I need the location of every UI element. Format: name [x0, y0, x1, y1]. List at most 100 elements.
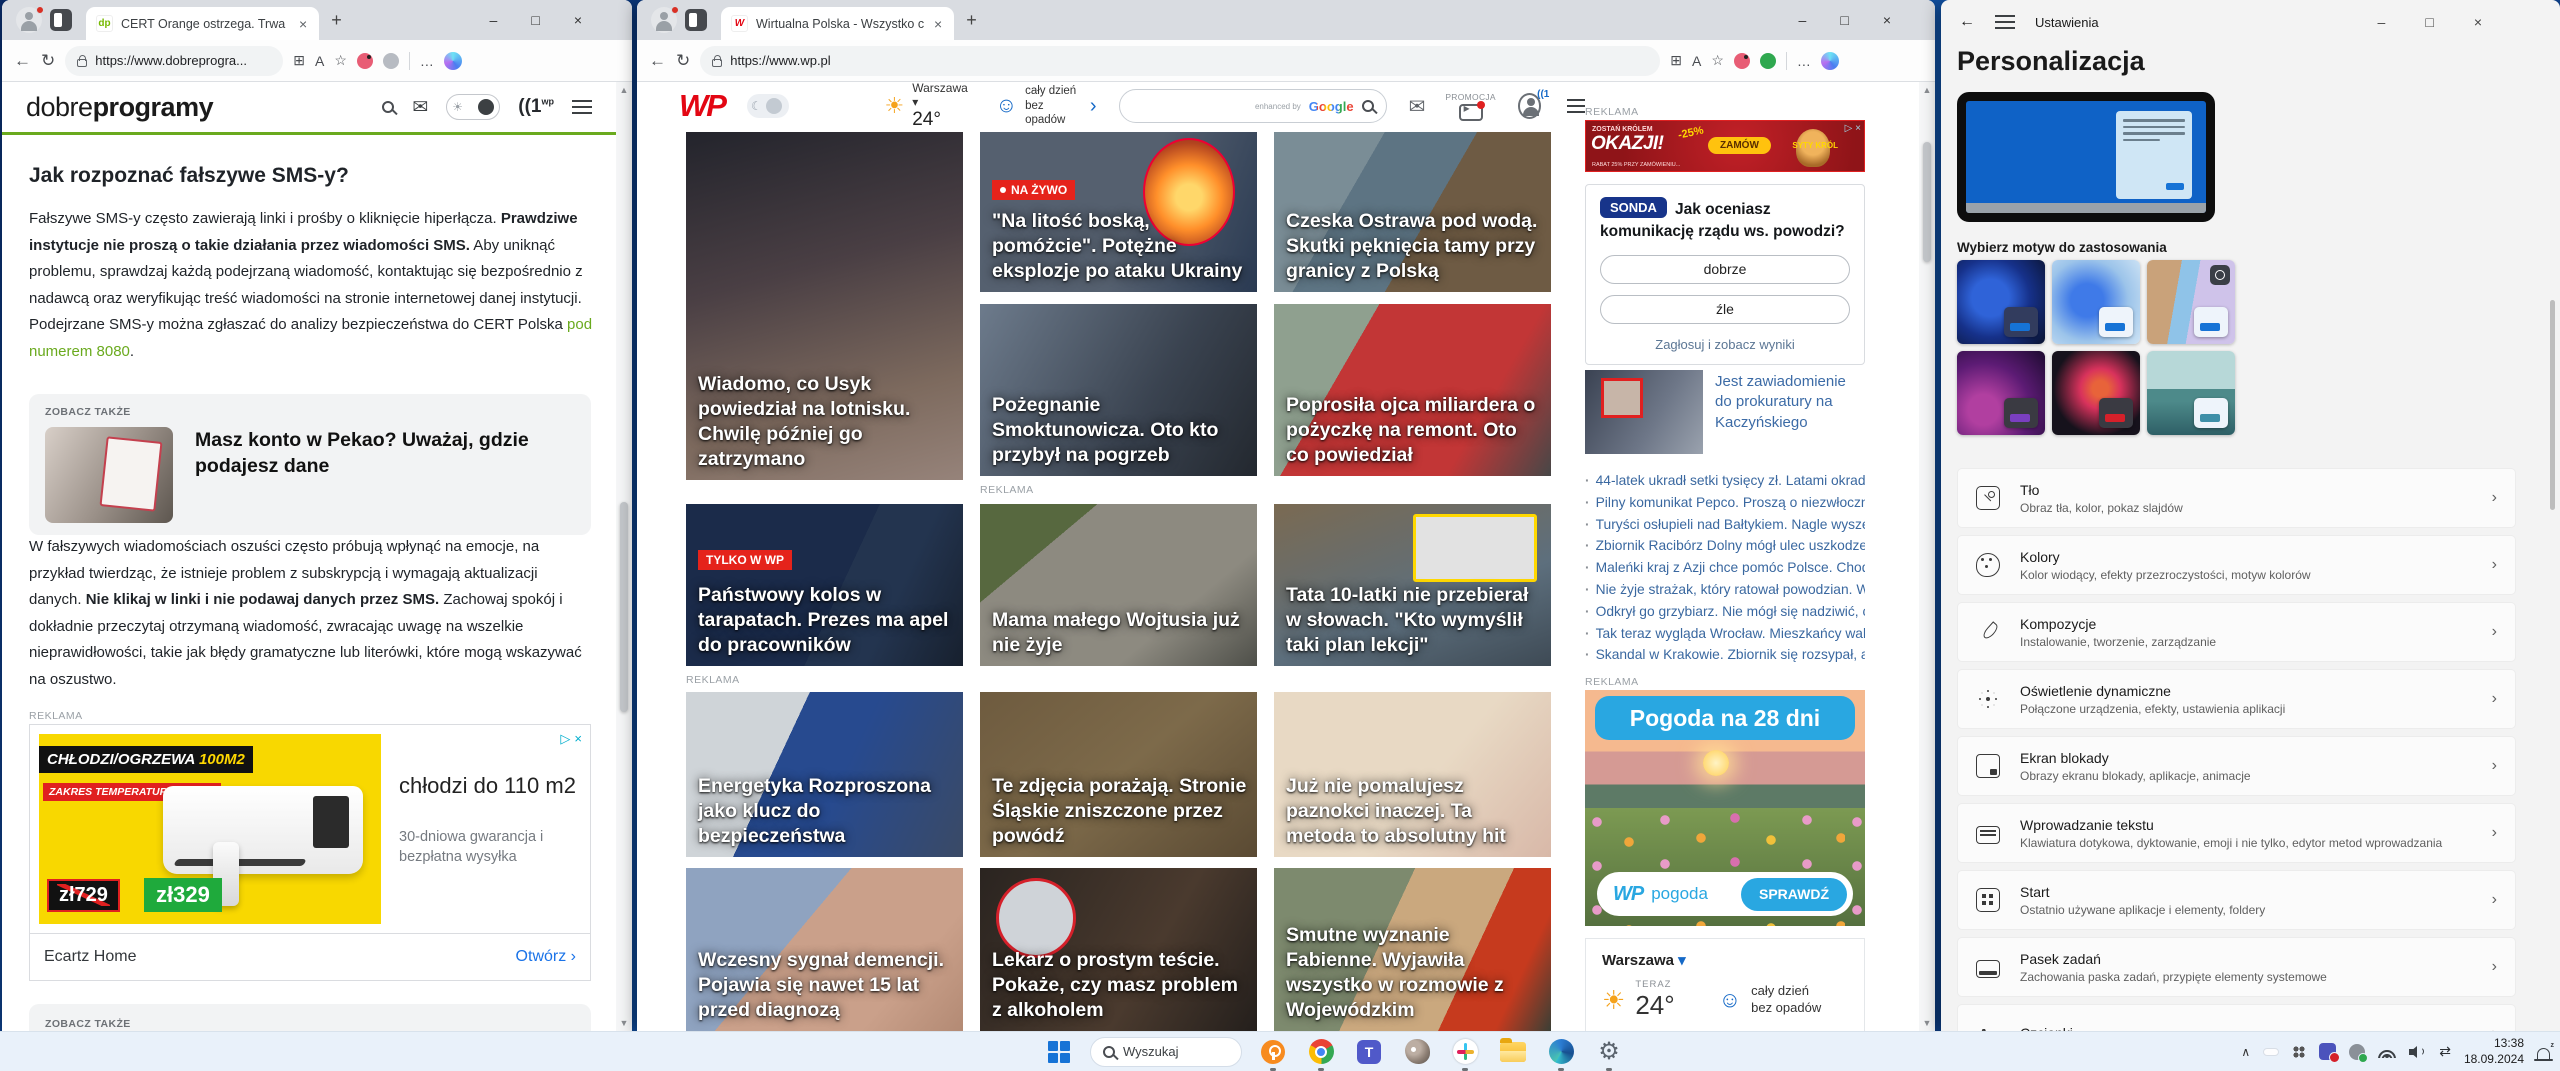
extension-icon[interactable]: [1733, 52, 1750, 69]
list-item[interactable]: Tak teraz wygląda Wrocław. Mieszkańcy wa…: [1585, 623, 1865, 645]
tray-clover-icon[interactable]: [2292, 1044, 2307, 1059]
ad-title[interactable]: chłodzi do 110 m2: [399, 772, 581, 801]
wp1-brand-icon[interactable]: ((1wp: [518, 96, 554, 118]
theme-thumbnail-flow[interactable]: [2052, 351, 2140, 435]
news-tile[interactable]: Wczesny sygnał demencji. Pojawia się naw…: [686, 868, 963, 1031]
minimize-button[interactable]: –: [1799, 12, 1807, 28]
forecast-chevron-icon[interactable]: ›: [1090, 95, 1097, 118]
news-tile[interactable]: Poprosiła ojca miliardera o pożyczkę na …: [1274, 304, 1551, 476]
theme-thumbnail-spotlight[interactable]: [2147, 260, 2235, 344]
ad-unit[interactable]: ▷ × CHŁODZI/OGRZEWA 100M2 ZAKRES TEMPERAT…: [29, 724, 591, 981]
dobreprogramy-logo[interactable]: dobreprogramy: [26, 92, 214, 123]
list-item[interactable]: Zbiornik Racibórz Dolny mógł ulec uszkod…: [1585, 535, 1865, 557]
setting-item-oswietlenie[interactable]: Oświetlenie dynamiczne Połączone urządzen…: [1957, 669, 2516, 729]
scroll-up-icon[interactable]: ▲: [616, 85, 632, 95]
workspaces-icon[interactable]: [685, 9, 707, 31]
menu-icon[interactable]: [1567, 99, 1586, 113]
copilot-icon[interactable]: [1820, 51, 1839, 70]
news-tile[interactable]: Już nie pomalujesz paznokci inaczej. Ta …: [1274, 692, 1551, 857]
setting-item-wprowadzanie[interactable]: Wprowadzanie tekstu Klawiatura dotykowa, …: [1957, 803, 2516, 863]
workspaces-icon[interactable]: [50, 9, 72, 31]
dark-mode-toggle[interactable]: ☾: [746, 94, 789, 118]
taskbar-teams-icon[interactable]: T: [1352, 1035, 1386, 1069]
account-icon[interactable]: ((1: [1517, 89, 1549, 119]
page-scrollbar[interactable]: ▲ ▼: [616, 82, 632, 1031]
news-tile[interactable]: TYLKO W WP Państwowy kolos w tarapatach. …: [686, 504, 963, 666]
mail-icon[interactable]: ✉: [412, 96, 428, 119]
setting-item-kolory[interactable]: Kolory Kolor wiodący, efekty przezroczyst…: [1957, 535, 2516, 595]
taskbar-clock[interactable]: 13:38 18.09.2024: [2464, 1036, 2524, 1067]
taskbar-chrome-icon[interactable]: [1304, 1035, 1338, 1071]
mail-icon[interactable]: ✉: [1409, 94, 1426, 119]
tray-vpn-icon[interactable]: [2349, 1043, 2369, 1063]
back-icon[interactable]: ←: [1959, 13, 1975, 31]
taskbar-search[interactable]: Wyszukaj: [1090, 1036, 1242, 1067]
address-bar[interactable]: https://www.wp.pl: [700, 45, 1661, 76]
ad-creative[interactable]: CHŁODZI/OGRZEWA 100M2 ZAKRES TEMPERATURY…: [39, 734, 381, 924]
taskbar-edge-icon[interactable]: [1544, 1035, 1578, 1071]
see-also-thumbnail[interactable]: [45, 427, 173, 523]
close-button[interactable]: ×: [1883, 12, 1891, 28]
minimize-button[interactable]: –: [2378, 14, 2386, 30]
adchoices-icons[interactable]: ▷ ×: [560, 731, 582, 747]
news-tile[interactable]: NA ŻYWO "Na litość boską, pomóżcie". Potę…: [980, 132, 1257, 292]
list-item[interactable]: Pilny komunikat Pepco. Proszą o niezwłoc…: [1585, 492, 1865, 514]
news-tile[interactable]: Mama małego Wojtusia już nie żyje: [980, 504, 1257, 666]
featured-title[interactable]: Jest zawiadomienie do prokuratury na Kac…: [1715, 370, 1865, 454]
list-item[interactable]: Skandal w Krakowie. Zbiornik się rozsypa…: [1585, 644, 1865, 666]
list-item[interactable]: Nie żyje strażak, który ratował powodzia…: [1585, 579, 1865, 601]
read-aloud-icon[interactable]: A: [1692, 53, 1701, 69]
copilot-icon[interactable]: [443, 51, 462, 70]
setting-item-czcionki[interactable]: AaCzcionki›: [1957, 1004, 2516, 1031]
more-menu-icon[interactable]: …: [420, 53, 434, 69]
setting-item-tlo[interactable]: Tło Obraz tła, kolor, pokaz slajdów ›: [1957, 468, 2516, 528]
setting-item-ekran-blokady[interactable]: Ekran blokady Obrazy ekranu blokady, apli…: [1957, 736, 2516, 796]
minimize-button[interactable]: –: [490, 12, 498, 28]
news-tile[interactable]: Pożegnanie Smoktunowicza. Oto kto przyby…: [980, 304, 1257, 476]
favorites-star-icon[interactable]: ☆: [334, 52, 347, 69]
sync-icon[interactable]: ⇄: [2439, 1043, 2451, 1060]
extension-icon[interactable]: [356, 52, 373, 69]
maximize-button[interactable]: □: [531, 12, 539, 28]
pogoda-ad[interactable]: Pogoda na 28 dni WP pogoda SPRAWDŹ: [1585, 690, 1865, 926]
back-button[interactable]: ←: [14, 51, 31, 71]
sidebar-ad-banner[interactable]: ZOSTAŃ KRÓLEM OKAZJI! -25% ZAMÓW SYTY KR…: [1585, 120, 1865, 172]
scroll-down-icon[interactable]: ▼: [1919, 1018, 1935, 1028]
news-tile[interactable]: Smutne wyznanie Fabienne. Wyjawiła wszys…: [1274, 868, 1551, 1031]
close-button[interactable]: ×: [574, 12, 582, 28]
theme-thumbnail-glow[interactable]: [1957, 351, 2045, 435]
volume-icon[interactable]: [2409, 1045, 2426, 1059]
tab-close-icon[interactable]: ×: [297, 16, 309, 32]
list-item[interactable]: Odkrył go grzybiarz. Nie mógł się nadziw…: [1585, 601, 1865, 623]
poll-results-link[interactable]: Zagłosuj i zobacz wyniki: [1600, 337, 1850, 352]
maximize-button[interactable]: □: [2425, 14, 2433, 30]
browser-profile-avatar[interactable]: [651, 6, 679, 33]
list-item[interactable]: Turyści osłupieli nad Bałtykiem. Nagle w…: [1585, 514, 1865, 536]
maximize-button[interactable]: □: [1840, 12, 1848, 28]
promo-video-button[interactable]: PROMOCJA: [1445, 92, 1496, 121]
scrollbar-thumb[interactable]: [620, 502, 628, 712]
taskbar-explorer-icon[interactable]: [1496, 1035, 1530, 1069]
new-tab-button[interactable]: +: [331, 10, 342, 31]
dark-mode-toggle[interactable]: ☀: [446, 94, 501, 120]
extension-icon-2[interactable]: [382, 52, 399, 69]
read-aloud-icon[interactable]: A: [315, 53, 324, 69]
search-icon[interactable]: [382, 101, 395, 113]
scroll-down-icon[interactable]: ▼: [616, 1018, 632, 1028]
poll-option-zle[interactable]: źle: [1600, 294, 1850, 324]
search-icon[interactable]: [1361, 100, 1374, 112]
taskbar-gimp-icon[interactable]: [1400, 1035, 1434, 1069]
refresh-button[interactable]: ↻: [676, 51, 690, 71]
taskbar-slack-icon[interactable]: [1448, 1035, 1482, 1071]
taskbar-openvpn-icon[interactable]: [1256, 1035, 1290, 1071]
split-screen-icon[interactable]: ⊞: [293, 52, 305, 69]
see-also-title[interactable]: Masz konto w Pekao? Uważaj, gdzie podaje…: [195, 427, 575, 480]
wp-logo[interactable]: WP: [679, 88, 727, 124]
more-menu-icon[interactable]: …: [1797, 53, 1811, 69]
search-input[interactable]: enhanced by Google: [1118, 89, 1387, 123]
tray-teams-icon[interactable]: [2319, 1043, 2341, 1063]
tray-expand-icon[interactable]: ∧: [2241, 1045, 2250, 1059]
news-tile[interactable]: Wiadomo, co Usyk powiedział na lotnisku.…: [686, 132, 963, 480]
split-screen-icon[interactable]: ⊞: [1670, 52, 1682, 69]
tab-close-icon[interactable]: ×: [932, 16, 944, 32]
